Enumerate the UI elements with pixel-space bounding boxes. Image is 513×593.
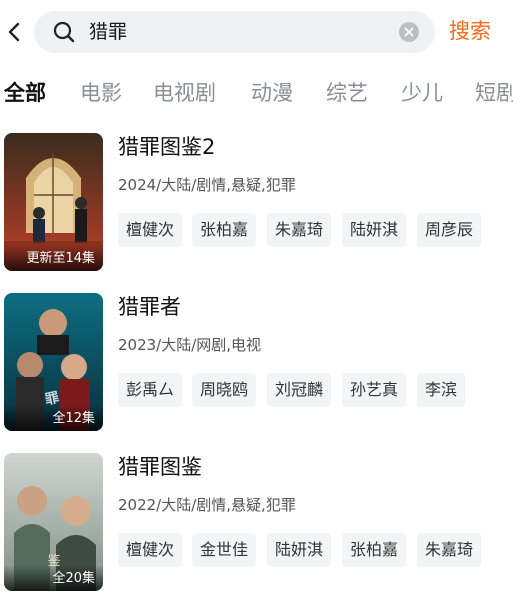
cast-tags: 檀健次 金世佳 陆妍淇 张柏嘉 朱嘉琦 [118,533,513,567]
cast-tags: 彭禹厶 周晓鸥 刘冠麟 孙艺真 李滨 [118,373,513,407]
chevron-left-icon [8,22,20,42]
tab-tv-series[interactable]: 电视剧 [153,76,216,110]
episode-badge: 全20集 [4,565,103,591]
cast-tag[interactable]: 彭禹厶 [118,373,183,407]
cast-tag[interactable]: 刘冠麟 [267,373,332,407]
category-tabs: 全部 电影 电视剧 动漫 综艺 少儿 短剧 [0,76,513,112]
result-card[interactable]: 罪 全12集 猎罪者 2023/大陆/网剧,电视 彭禹厶 周晓鸥 刘冠麟 孙艺真… [0,293,513,433]
episode-badge-text: 更新至14集 [26,251,95,266]
tab-all[interactable]: 全部 [4,76,46,110]
close-icon [404,27,414,37]
back-button[interactable] [4,18,24,46]
cast-tag[interactable]: 张柏嘉 [342,533,407,567]
episode-badge: 全12集 [4,405,103,431]
poster-image[interactable]: 鉴 全20集 [4,453,103,591]
search-input[interactable]: 猎罪 [34,11,435,53]
poster-image[interactable]: 更新至14集 [4,133,103,271]
result-title[interactable]: 猎罪图鉴 [118,453,202,481]
cast-tag[interactable]: 檀健次 [118,533,183,567]
tab-anime[interactable]: 动漫 [251,76,293,110]
cast-tag[interactable]: 檀健次 [118,213,183,247]
clear-search-button[interactable] [399,22,419,42]
result-meta: 2022/大陆/剧情,悬疑,犯罪 [118,496,296,514]
cast-tag[interactable]: 周晓鸥 [192,373,257,407]
episode-badge-text: 全12集 [52,411,95,426]
cast-tag[interactable]: 金世佳 [192,533,257,567]
episode-badge-text: 全20集 [52,571,95,586]
episode-badge: 更新至14集 [4,245,103,271]
search-query-text: 猎罪 [89,21,128,43]
cast-tag[interactable]: 陆妍淇 [267,533,332,567]
result-title[interactable]: 猎罪者 [118,293,181,321]
cast-tag[interactable]: 孙艺真 [342,373,407,407]
cast-tag[interactable]: 李滨 [417,373,466,407]
tab-kids[interactable]: 少儿 [401,76,443,110]
result-title[interactable]: 猎罪图鉴2 [118,133,215,161]
search-bar: 猎罪 搜索 [0,0,513,64]
result-meta: 2023/大陆/网剧,电视 [118,336,262,354]
result-meta: 2024/大陆/剧情,悬疑,犯罪 [118,176,296,194]
result-card[interactable]: 更新至14集 猎罪图鉴2 2024/大陆/剧情,悬疑,犯罪 檀健次 张柏嘉 朱嘉… [0,133,513,273]
search-submit-button[interactable]: 搜索 [449,17,491,45]
cast-tag[interactable]: 朱嘉琦 [417,533,482,567]
tab-variety[interactable]: 综艺 [326,76,368,110]
cast-tag[interactable]: 张柏嘉 [192,213,257,247]
result-card[interactable]: 鉴 全20集 猎罪图鉴 2022/大陆/剧情,悬疑,犯罪 檀健次 金世佳 陆妍淇… [0,453,513,593]
cast-tag[interactable]: 陆妍淇 [342,213,407,247]
cast-tag[interactable]: 周彦辰 [417,213,482,247]
tab-movies[interactable]: 电影 [80,76,122,110]
cast-tag[interactable]: 朱嘉琦 [267,213,332,247]
tab-short-drama[interactable]: 短剧 [475,76,513,110]
cast-tags: 檀健次 张柏嘉 朱嘉琦 陆妍淇 周彦辰 [118,213,513,247]
poster-image[interactable]: 罪 全12集 [4,293,103,431]
search-icon [53,21,75,43]
